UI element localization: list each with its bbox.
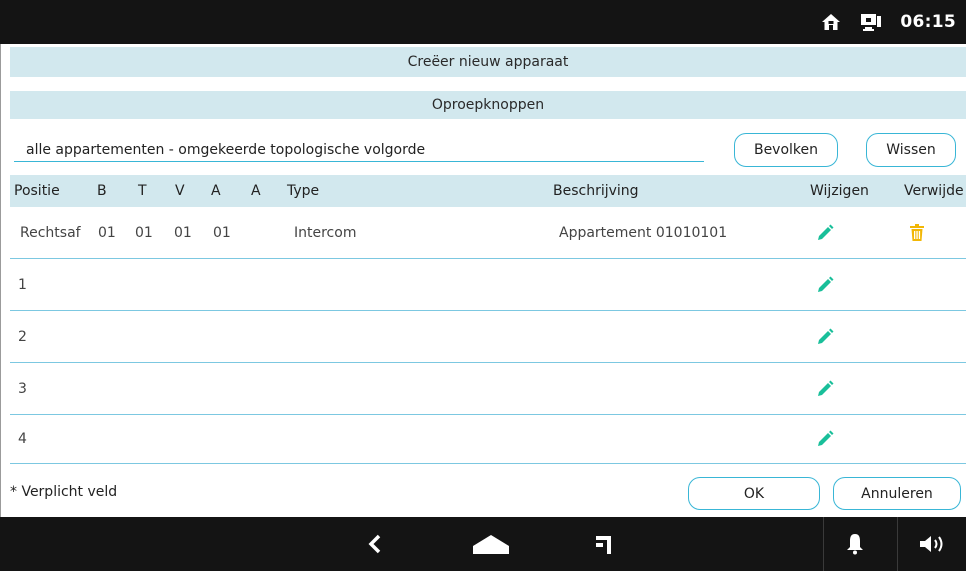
header-a1: A: [211, 183, 221, 199]
required-field-note: * Verplicht veld: [10, 484, 118, 500]
nav-divider: [823, 517, 824, 571]
table-row[interactable]: Rechtsaf 01 01 01 01 Intercom Appartemen…: [10, 207, 966, 259]
table-header: Positie B T V A A Type Beschrijving Wijz…: [10, 175, 966, 207]
trash-icon[interactable]: [910, 207, 924, 258]
row-t: 01: [135, 224, 153, 241]
header-type: Type: [287, 183, 320, 199]
status-bar: 06:15: [0, 0, 966, 44]
row-position: 1: [18, 276, 27, 293]
left-edge-line: [0, 44, 1, 517]
pencil-icon[interactable]: [816, 311, 834, 362]
recent-apps-icon[interactable]: [585, 517, 625, 571]
table-row[interactable]: 2: [10, 311, 966, 363]
cancel-button[interactable]: Annuleren: [833, 477, 961, 510]
status-icons: 06:15: [820, 0, 966, 44]
nav-divider: [897, 517, 898, 571]
topology-order-select[interactable]: alle appartementen - omgekeerde topologi…: [14, 138, 704, 162]
monitor-icon: [860, 11, 882, 33]
row-type: Intercom: [294, 224, 357, 241]
header-position: Positie: [14, 183, 60, 199]
row-position: 4: [18, 431, 27, 447]
header-t: T: [138, 183, 147, 199]
clear-button[interactable]: Wissen: [866, 133, 956, 167]
header-description: Beschrijving: [553, 183, 639, 199]
header-delete: Verwijde: [904, 183, 964, 199]
pencil-icon[interactable]: [816, 259, 834, 310]
pencil-icon[interactable]: [816, 207, 834, 258]
header-v: V: [175, 183, 185, 199]
row-b: 01: [98, 224, 116, 241]
header-b: B: [97, 183, 107, 199]
row-position: 2: [18, 328, 27, 345]
back-icon[interactable]: [355, 517, 395, 571]
row-v: 01: [174, 224, 192, 241]
ok-button[interactable]: OK: [688, 477, 820, 510]
table-row[interactable]: 4: [10, 415, 966, 464]
row-position: 3: [18, 380, 27, 397]
navigation-bar: [0, 517, 966, 571]
table-row[interactable]: 1: [10, 259, 966, 311]
table-row[interactable]: 3: [10, 363, 966, 415]
header-edit: Wijzigen: [810, 183, 869, 199]
header-a2: A: [251, 183, 261, 199]
populate-button[interactable]: Bevolken: [734, 133, 838, 167]
row-position: Rechtsaf: [20, 224, 81, 241]
pencil-icon[interactable]: [816, 363, 834, 414]
volume-icon[interactable]: [912, 517, 956, 571]
pencil-icon[interactable]: [816, 415, 834, 463]
section-header: Oproepknoppen: [10, 91, 966, 119]
home-icon[interactable]: [466, 517, 516, 571]
dialog-title: Creëer nieuw apparaat: [10, 47, 966, 77]
status-clock: 06:15: [900, 12, 956, 32]
home-status-icon: [820, 11, 842, 33]
bell-icon[interactable]: [835, 517, 875, 571]
row-a1: 01: [213, 224, 231, 241]
row-description: Appartement 01010101: [559, 224, 728, 241]
